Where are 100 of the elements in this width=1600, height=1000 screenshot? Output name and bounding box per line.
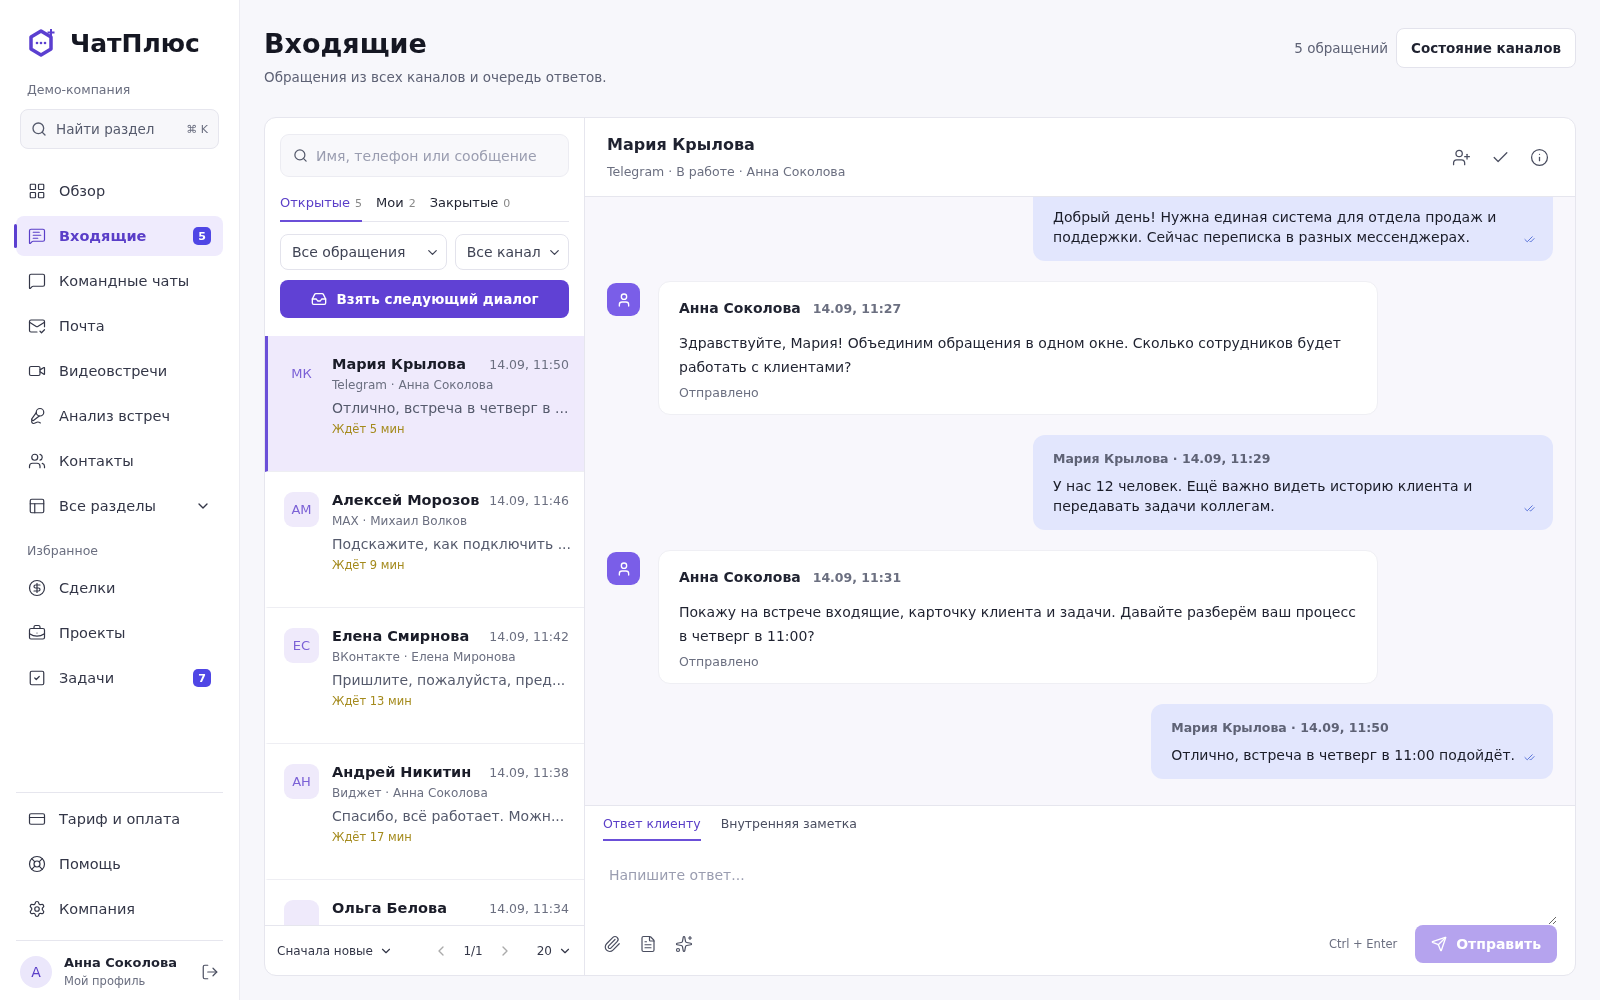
- conversation-meta: ВКонтакте · Елена Миронова: [332, 650, 517, 664]
- section-label: Избранное: [26, 543, 99, 558]
- sort-select[interactable]: Сначала новые: [277, 943, 393, 958]
- contact-name: Ольга Белова: [332, 900, 447, 916]
- logo-icon: [28, 28, 56, 58]
- briefcase-icon: [28, 624, 46, 642]
- sidebar-item[interactable]: Помощь: [16, 844, 223, 884]
- brand-name: ЧатПлюс: [70, 28, 200, 58]
- checkbox-icon: [28, 669, 46, 687]
- shortcut-hint: ⌘ K: [186, 122, 208, 136]
- sidebar-item[interactable]: Видеовстречи: [16, 351, 223, 391]
- contact-name: Андрей Никитин: [332, 764, 472, 780]
- page-subtitle: Обращения из всех каналов и очередь ответов.: [264, 69, 607, 85]
- conversation-meta: MAX · Михаил Волков: [332, 514, 469, 528]
- sidebar-item-label: Командные чаты: [59, 273, 190, 289]
- sidebar-item-label: Анализ встреч: [59, 408, 170, 424]
- send-icon: [1431, 936, 1448, 952]
- message-status: Отправлено: [679, 654, 760, 669]
- message-time: 14.09, 11:42: [489, 629, 569, 644]
- add-user-icon[interactable]: [1452, 147, 1471, 167]
- author-name: Анна Соколова: [679, 300, 801, 316]
- avatar: [284, 900, 319, 925]
- wait-time: Ждёт 9 мин: [332, 558, 406, 572]
- contact-name: Елена Смирнова: [332, 628, 470, 644]
- wait-time: Ждёт 17 мин: [332, 830, 413, 844]
- page-size-select[interactable]: 20: [536, 943, 572, 958]
- layout-icon: [28, 497, 46, 515]
- sidebar-item[interactable]: Все разделы: [16, 486, 223, 526]
- sidebar-item[interactable]: Проекты: [16, 613, 223, 653]
- filter-tab[interactable]: Открытые 5: [280, 191, 362, 222]
- sidebar-item-label: Видеовстречи: [59, 363, 168, 379]
- message-text: У нас 12 человек. Ещё важно видеть историю клиента и передавать задачи коллегам.: [1053, 477, 1474, 516]
- composer-tab[interactable]: Внутренняя заметка: [720, 816, 857, 841]
- conversation-meta: Telegram · Анна Соколова: [332, 378, 495, 392]
- search-icon: [31, 121, 47, 137]
- filter-select[interactable]: Все канал: [454, 234, 569, 270]
- filter-tab[interactable]: Закрытые 0: [429, 191, 511, 222]
- agent-avatar: [607, 552, 640, 585]
- document-icon[interactable]: [639, 935, 657, 953]
- settings-icon: [28, 900, 46, 918]
- message-time: 14.09, 11:27: [812, 301, 902, 316]
- logout-icon[interactable]: [201, 962, 219, 981]
- info-icon[interactable]: [1530, 147, 1549, 167]
- message-header: Мария Крылова · 14.09, 11:50: [1171, 720, 1390, 735]
- shortcut-hint: Ctrl + Enter: [1328, 937, 1398, 951]
- sidebar-item[interactable]: Задачи 7: [16, 658, 223, 698]
- profile-name: Анна Соколова: [64, 955, 178, 970]
- message-text: Покажу на встрече входящие, карточку клиента и задачи. Давайте разберём ваш процесс в четверг в 11:00?: [679, 603, 1357, 646]
- message-time: 14.09, 11:31: [812, 570, 902, 585]
- filter-select[interactable]: Все обращения: [280, 234, 447, 270]
- sidebar-item-label: Помощь: [59, 856, 121, 872]
- profile-link[interactable]: Мой профиль: [64, 974, 189, 988]
- message-text: Здравствуйте, Мария! Объединим обращения в одном окне. Сколько сотрудников будет работать с клиентами?: [679, 334, 1342, 377]
- contact-name: Мария Крылова: [332, 356, 466, 372]
- sidebar-item-label: Все разделы: [59, 498, 156, 514]
- composer-tab[interactable]: Ответ клиенту: [603, 816, 701, 841]
- paperclip-icon[interactable]: [603, 935, 621, 953]
- take-next-button[interactable]: Взять следующий диалог: [280, 280, 569, 318]
- sidebar-item[interactable]: Командные чаты: [16, 261, 223, 301]
- chat-icon: [28, 272, 46, 290]
- company-name: Демо-компания: [26, 82, 132, 97]
- sidebar-item-label: Задачи: [59, 670, 115, 686]
- sidebar-item[interactable]: Сделки: [16, 568, 223, 608]
- chat-icon: [28, 227, 46, 245]
- avatar: АН: [284, 764, 319, 799]
- filter-tab[interactable]: Мои 2: [376, 191, 416, 222]
- conversation-item[interactable]: МК Мария Крылова 14.09, 11:50 Telegram · Анна Соколова Отлично, встреча в четверг в ... Ждёт 5 мин: [265, 336, 584, 472]
- sidebar-item-label: Обзор: [59, 183, 106, 199]
- message-preview: Подскажите, как подключить ...: [332, 536, 569, 552]
- message-time: 14.09, 11:38: [489, 765, 569, 780]
- agent-avatar: [607, 283, 640, 316]
- dollar-icon: [28, 579, 46, 597]
- message-time: 14.09, 11:50: [489, 357, 569, 372]
- sidebar-item[interactable]: Обзор: [16, 171, 223, 211]
- sidebar-item[interactable]: Почта: [16, 306, 223, 346]
- sparkles-icon[interactable]: [675, 935, 693, 953]
- sidebar-item[interactable]: Входящие 5: [16, 216, 223, 256]
- wait-time: Ждёт 5 мин: [332, 422, 406, 436]
- grid-icon: [28, 182, 46, 200]
- chat-contact-name: Мария Крылова: [607, 135, 756, 154]
- count-badge: 7: [193, 669, 211, 687]
- sidebar-item[interactable]: Тариф и оплата: [16, 799, 223, 839]
- count-badge: 5: [193, 227, 211, 245]
- microphone-icon: [28, 407, 46, 425]
- message-preview: Спасибо, всё работает. Можн...: [332, 808, 566, 824]
- search-field[interactable]: Найти раздел ⌘ K: [20, 109, 219, 149]
- message-time: 14.09, 11:46: [489, 493, 569, 508]
- sidebar-item[interactable]: Компания: [16, 889, 223, 929]
- conversation-meta: Виджет · Анна Соколова: [332, 786, 489, 800]
- channel-status-button[interactable]: Состояние каналов: [1396, 28, 1576, 68]
- sidebar-item[interactable]: Контакты: [16, 441, 223, 481]
- sidebar-item-label: Сделки: [59, 580, 116, 596]
- page-indicator: 1/1: [463, 943, 483, 958]
- sidebar-item[interactable]: Анализ встреч: [16, 396, 223, 436]
- message-preview: Отлично, встреча в четверг в ...: [332, 400, 569, 416]
- sidebar-item-label: Контакты: [59, 453, 134, 469]
- avatar: МК: [290, 365, 313, 383]
- sidebar-item-label: Компания: [59, 901, 136, 917]
- message-time: 14.09, 11:34: [489, 901, 569, 916]
- contact-name: Алексей Морозов: [332, 492, 480, 508]
